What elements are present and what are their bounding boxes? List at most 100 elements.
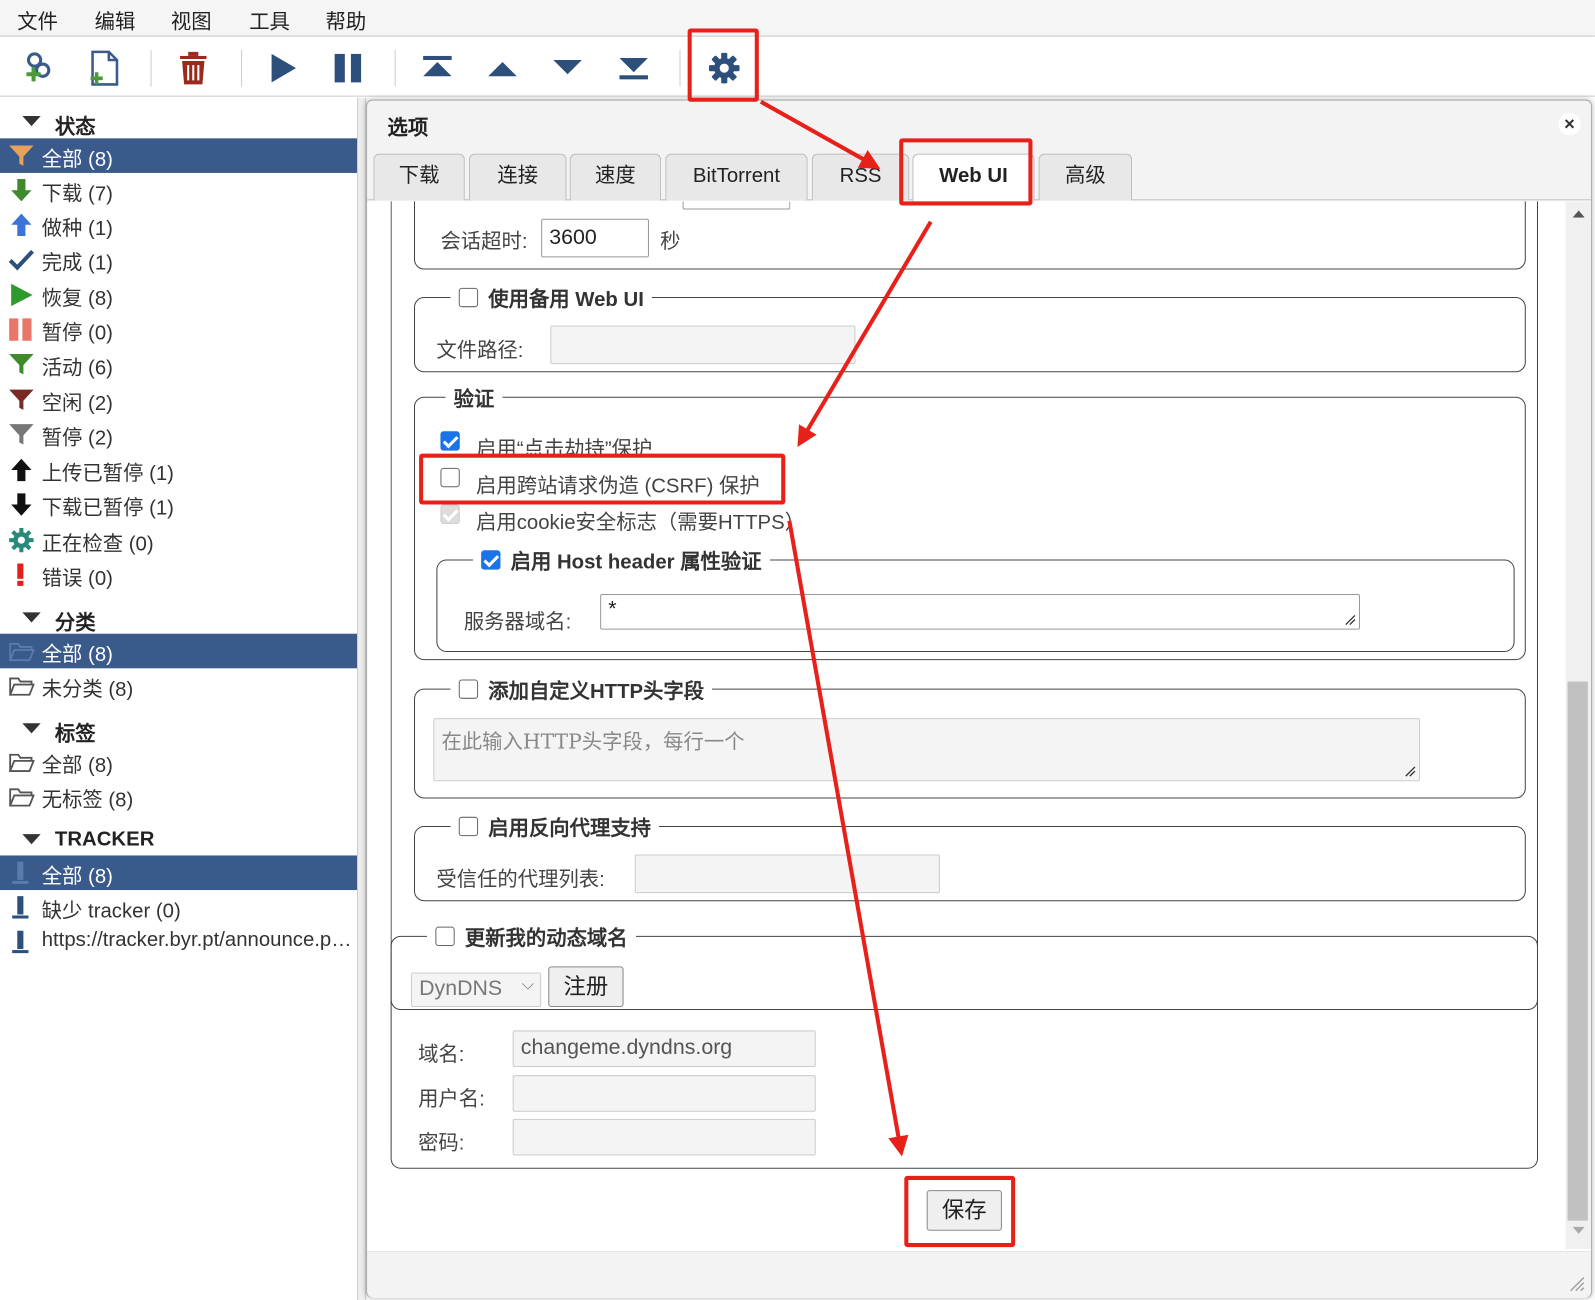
dyndns-register-button[interactable]: 注册 bbox=[548, 966, 624, 1008]
dialog-footer bbox=[367, 1251, 1591, 1298]
menu-file[interactable]: 文件 bbox=[17, 5, 58, 34]
tab-rss[interactable]: RSS bbox=[811, 153, 910, 201]
sidebar-tag-all[interactable]: 全部 (8) bbox=[0, 745, 357, 780]
security-legend: 验证 bbox=[453, 388, 495, 411]
settings-scrollbar[interactable] bbox=[1565, 201, 1591, 1250]
alt-webui-checkbox[interactable] bbox=[458, 287, 479, 308]
dyndns-service-value: DynDNS bbox=[419, 976, 503, 1000]
dyndns-checkbox[interactable] bbox=[435, 926, 455, 946]
tab-connection[interactable]: 连接 bbox=[468, 153, 567, 201]
chevron-down-icon: ⌵ bbox=[521, 976, 535, 994]
menu-tools[interactable]: 工具 bbox=[249, 5, 290, 34]
add-file-icon[interactable] bbox=[81, 46, 126, 91]
dyndns-domain-label: 域名: bbox=[418, 1043, 465, 1067]
tracker-icon bbox=[12, 861, 29, 884]
sidebar-status-checking[interactable]: 正在检查 (0) bbox=[0, 523, 357, 558]
menu-help[interactable]: 帮助 bbox=[326, 5, 367, 34]
sidebar-status-paused[interactable]: 暂停 (0) bbox=[0, 312, 357, 347]
host-header-checkbox[interactable] bbox=[481, 550, 501, 570]
sidebar-status-error[interactable]: 错误 (0) bbox=[0, 557, 357, 592]
highlight-csrf-option bbox=[419, 453, 786, 505]
close-icon[interactable]: × bbox=[1558, 112, 1581, 136]
tags-section-header[interactable]: 标签 bbox=[0, 713, 357, 746]
pause-icon bbox=[9, 318, 32, 341]
play-icon bbox=[11, 283, 33, 307]
dialog-title: 选项 bbox=[387, 116, 429, 140]
sidebar-status-all[interactable]: 全部 (8) bbox=[0, 138, 358, 173]
category-section-header[interactable]: 分类 bbox=[0, 602, 357, 635]
menu-edit[interactable]: 编辑 bbox=[95, 5, 136, 34]
move-down-icon[interactable] bbox=[545, 46, 590, 91]
sidebar-category-uncategorized[interactable]: 未分类 (8) bbox=[0, 668, 357, 703]
server-domains-value: * bbox=[608, 597, 617, 621]
reverse-proxy-label: 启用反向代理支持 bbox=[488, 817, 652, 841]
filter-active-icon bbox=[9, 353, 34, 375]
tracker-section-header[interactable]: TRACKER bbox=[0, 824, 357, 857]
custom-headers-placeholder: 在此输入HTTP头字段，每行一个 bbox=[441, 729, 745, 754]
tab-bittorrent[interactable]: BitTorrent bbox=[665, 153, 808, 201]
dyndns-password-input[interactable] bbox=[512, 1118, 816, 1156]
clickjacking-checkbox[interactable] bbox=[440, 431, 460, 451]
reverse-proxy-checkbox[interactable] bbox=[458, 816, 479, 837]
status-title: 状态 bbox=[54, 115, 96, 139]
tab-speed[interactable]: 速度 bbox=[569, 153, 662, 201]
scroll-up-icon[interactable] bbox=[1572, 210, 1585, 218]
sidebar-tracker-all[interactable]: 全部 (8) bbox=[0, 855, 358, 891]
resume-icon[interactable] bbox=[260, 46, 305, 91]
tab-advanced[interactable]: 高级 bbox=[1038, 153, 1133, 201]
sidebar-status-download-paused[interactable]: 下载已暂停 (1) bbox=[0, 487, 357, 522]
tracker-icon bbox=[12, 930, 29, 954]
tab-downloads[interactable]: 下载 bbox=[373, 153, 465, 201]
sidebar-status-inactive[interactable]: 空闲 (2) bbox=[0, 382, 357, 417]
sidebar-status-completed[interactable]: 完成 (1) bbox=[0, 242, 357, 277]
sidebar-status-seeding[interactable]: 做种 (1) bbox=[0, 208, 357, 243]
sidebar-tracker-byr[interactable]: https://tracker.byr.pt/announce.php bbox=[0, 925, 357, 960]
status-section-header[interactable]: 状态 bbox=[0, 106, 357, 139]
tracker-title: TRACKER bbox=[54, 828, 155, 851]
sidebar-category-all[interactable]: 全部 (8) bbox=[0, 633, 358, 669]
dyndns-label: 更新我的动态域名 bbox=[464, 927, 628, 951]
delete-icon[interactable] bbox=[171, 46, 216, 91]
resize-grip-icon[interactable] bbox=[1569, 1276, 1585, 1292]
upload-arrow-icon bbox=[11, 213, 32, 236]
dyndns-service-select[interactable]: DynDNS ⌵ bbox=[410, 972, 542, 1008]
move-up-icon[interactable] bbox=[480, 46, 525, 91]
dyndns-domain-input[interactable]: changeme.dyndns.org bbox=[512, 1030, 816, 1068]
pause-icon[interactable] bbox=[326, 46, 371, 91]
add-link-icon[interactable] bbox=[16, 46, 61, 91]
checking-gear-icon bbox=[9, 527, 34, 553]
sidebar-tracker-missing[interactable]: 缺少 tracker (0) bbox=[0, 890, 357, 925]
scroll-down-icon[interactable] bbox=[1572, 1226, 1585, 1235]
sidebar-status-downloading[interactable]: 下载 (7) bbox=[0, 173, 357, 208]
server-domains-input[interactable]: * bbox=[600, 594, 1360, 630]
move-bottom-icon[interactable] bbox=[611, 46, 656, 91]
alt-webui-path-label: 文件路径: bbox=[436, 339, 524, 363]
custom-headers-checkbox[interactable] bbox=[458, 679, 479, 699]
alt-webui-path-input[interactable] bbox=[550, 325, 856, 365]
sidebar-splitter[interactable] bbox=[357, 97, 367, 1300]
sidebar-tag-untagged[interactable]: 无标签 (8) bbox=[0, 779, 357, 814]
custom-headers-textarea[interactable]: 在此输入HTTP头字段，每行一个 bbox=[433, 718, 1421, 782]
folder-icon bbox=[8, 677, 35, 696]
dyndns-username-input[interactable] bbox=[512, 1075, 816, 1112]
partial-input[interactable] bbox=[682, 201, 791, 210]
session-timeout-input[interactable]: 3600 bbox=[541, 218, 649, 258]
webui-settings-panel: 会话超时: 3600 秒 使用备用 Web UI 文件路径: 验证 启用“点击劫… bbox=[367, 201, 1591, 1252]
sidebar-status-upload-paused[interactable]: 上传已暂停 (1) bbox=[0, 453, 357, 488]
trusted-proxies-input[interactable] bbox=[634, 854, 940, 894]
move-top-icon[interactable] bbox=[415, 46, 460, 91]
sidebar: 状态 全部 (8) 下载 (7) 做种 (1) 完成 (1) 恢复 (8) 暂停… bbox=[0, 97, 358, 1300]
session-timeout-unit: 秒 bbox=[660, 230, 681, 254]
scrollbar-thumb[interactable] bbox=[1567, 681, 1588, 1221]
folder-icon bbox=[8, 788, 35, 807]
host-header-label: 启用 Host header 属性验证 bbox=[510, 551, 762, 574]
sidebar-status-active[interactable]: 活动 (6) bbox=[0, 347, 357, 382]
resize-grip-icon[interactable] bbox=[1404, 765, 1416, 777]
options-dialog: 选项 × 下载 连接 速度 BitTorrent RSS Web UI 高级 会… bbox=[366, 99, 1592, 1298]
menu-view[interactable]: 视图 bbox=[171, 5, 212, 34]
resize-grip-icon[interactable] bbox=[1344, 613, 1356, 626]
category-title: 分类 bbox=[54, 612, 96, 635]
sidebar-status-resumed[interactable]: 恢复 (8) bbox=[0, 278, 357, 313]
filter-inactive-icon bbox=[9, 389, 34, 410]
sidebar-status-stalled[interactable]: 暂停 (2) bbox=[0, 417, 357, 452]
